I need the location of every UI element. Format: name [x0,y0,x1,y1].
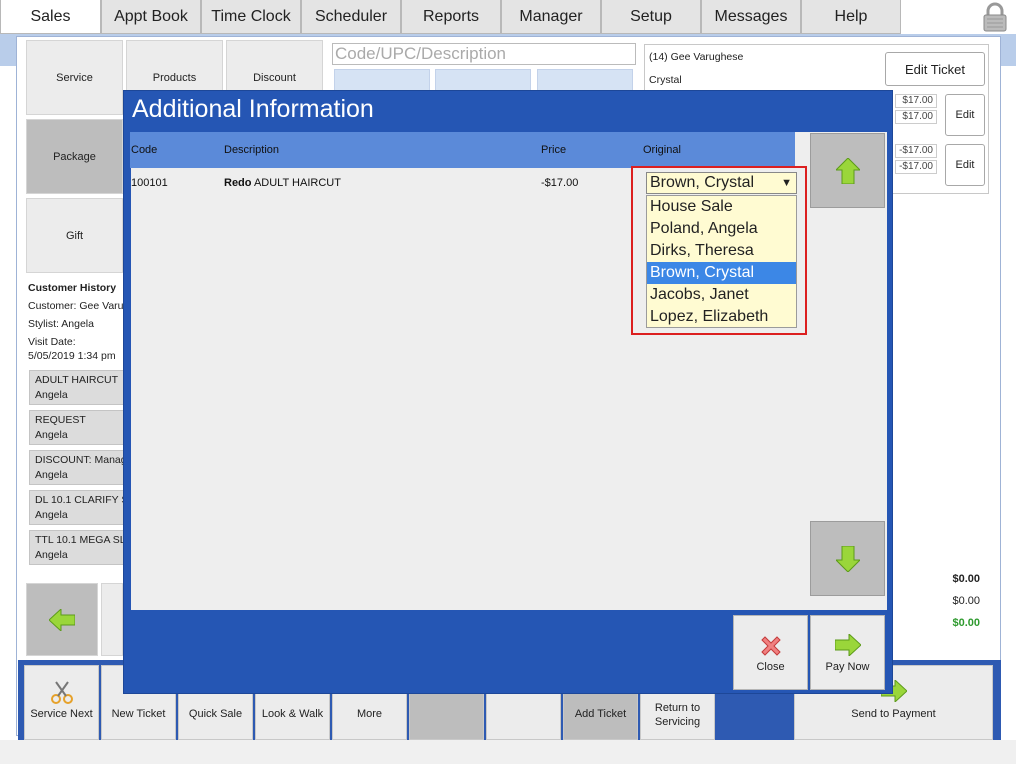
tab-scheduler[interactable]: Scheduler [301,0,401,34]
arrow-left-icon [49,608,75,631]
option-item[interactable]: House Sale [647,196,796,218]
send-to-payment-label: Send to Payment [851,708,936,720]
col-code: Code [131,144,158,156]
history-item-service: DISCOUNT: Manag [35,454,125,466]
tab-manager[interactable]: Manager [501,0,601,34]
dialog-title: Additional Information [132,95,374,123]
history-item-stylist: Angela [35,389,68,401]
tab-reports[interactable]: Reports [401,0,501,34]
history-item[interactable]: ADULT HAIRCUT Angela [29,370,125,405]
history-item-stylist: Angela [35,429,68,441]
return-servicing-label: Return to Servicing [654,702,701,728]
arrow-right-icon [834,634,861,656]
close-label: Close [756,661,785,673]
history-item-service: REQUEST [35,414,86,426]
row-description: Redo ADULT HAIRCUT [224,177,341,189]
select-value: Brown, Crystal [650,174,755,191]
history-item-stylist: Angela [35,549,68,561]
pay-now-button[interactable]: Pay Now [810,615,885,690]
col-original: Original [643,144,681,156]
ticket-amount: -$17.00 [895,144,937,158]
ticket-stylist: Crystal [649,74,682,86]
tab-setup[interactable]: Setup [601,0,701,34]
new-ticket-label: New Ticket [111,708,166,720]
history-item-service: TTL 10.1 MEGA SLE [35,534,125,546]
scroll-down-button[interactable] [810,521,885,596]
row-description-text: ADULT HAIRCUT [251,177,341,189]
tab-time-clock[interactable]: Time Clock [201,0,301,34]
col-price: Price [541,144,567,156]
history-item[interactable]: TTL 10.1 MEGA SLE Angela [29,530,125,565]
tab-appt-book[interactable]: Appt Book [101,0,201,34]
edit-line-button[interactable]: Edit [945,94,985,136]
search-input[interactable]: Code/UPC/Description [332,43,636,65]
history-item-stylist: Angela [35,509,68,521]
gift-tile[interactable]: Gift [26,198,123,273]
history-visit-date: 5/05/2019 1:34 pm [28,350,116,362]
history-item-stylist: Angela [35,469,68,481]
option-item[interactable]: Poland, Angela [647,218,796,240]
ticket-amount: $17.00 [895,110,937,124]
row-code: 100101 [131,177,168,189]
option-item[interactable]: Jacobs, Janet [647,284,796,306]
edit-ticket-button[interactable]: Edit Ticket [885,52,985,86]
top-nav: Sales Appt Book Time Clock Scheduler Rep… [0,0,1016,34]
option-item[interactable]: Lopez, Elizabeth [647,306,796,328]
history-customer: Customer: Gee Varu [28,300,124,312]
service-next-label: Service Next [30,708,93,720]
package-tile[interactable]: Package [26,119,123,194]
history-item[interactable]: REQUEST Angela [29,410,125,445]
history-next-tile[interactable] [101,583,123,656]
col-description: Description [224,144,280,156]
history-stylist: Stylist: Angela [28,318,94,330]
tab-messages[interactable]: Messages [701,0,801,34]
total-value: $0.00 [952,617,980,629]
total-value: $0.00 [952,595,980,607]
stylist-options-list: House Sale Poland, Angela Dirks, Theresa… [646,195,797,328]
tab-sales[interactable]: Sales [0,0,101,34]
history-item-service: DL 10.1 CLARIFY S [35,494,125,506]
close-button[interactable]: Close [733,615,808,690]
customer-history-title: Customer History [28,282,117,294]
lock-icon[interactable] [982,2,1008,32]
history-item[interactable]: DISCOUNT: Manag Angela [29,450,125,485]
ticket-amount: -$17.00 [895,160,937,174]
scissors-icon [50,681,73,704]
history-prev-button[interactable] [26,583,98,656]
footer-strip [0,740,1016,764]
close-icon [760,636,781,656]
service-next-button[interactable]: Service Next [24,665,99,740]
history-item-service: ADULT HAIRCUT [35,374,119,386]
ticket-customer: (14) Gee Varughese [649,51,744,63]
edit-line-button[interactable]: Edit [945,144,985,186]
arrow-up-icon [835,157,860,184]
more-label: More [356,708,383,720]
ticket-amount: $17.00 [895,94,937,108]
option-item[interactable]: Dirks, Theresa [647,240,796,262]
arrow-down-icon [835,545,860,572]
scroll-up-button[interactable] [810,133,885,208]
total-value: $0.00 [952,573,980,585]
original-stylist-select[interactable]: Brown, Crystal ▼ [646,172,797,194]
tab-help[interactable]: Help [801,0,901,34]
chevron-down-icon: ▼ [781,177,792,189]
service-tile[interactable]: Service [26,40,123,115]
pay-now-label: Pay Now [825,661,870,673]
option-item[interactable]: Brown, Crystal [647,262,796,284]
look-walk-label: Look & Walk [261,708,324,720]
row-description-bold: Redo [224,177,252,189]
quick-sale-label: Quick Sale [188,708,243,720]
row-price: -$17.00 [541,177,579,189]
history-item[interactable]: DL 10.1 CLARIFY S Angela [29,490,125,525]
add-ticket-label: Add Ticket [574,708,627,720]
